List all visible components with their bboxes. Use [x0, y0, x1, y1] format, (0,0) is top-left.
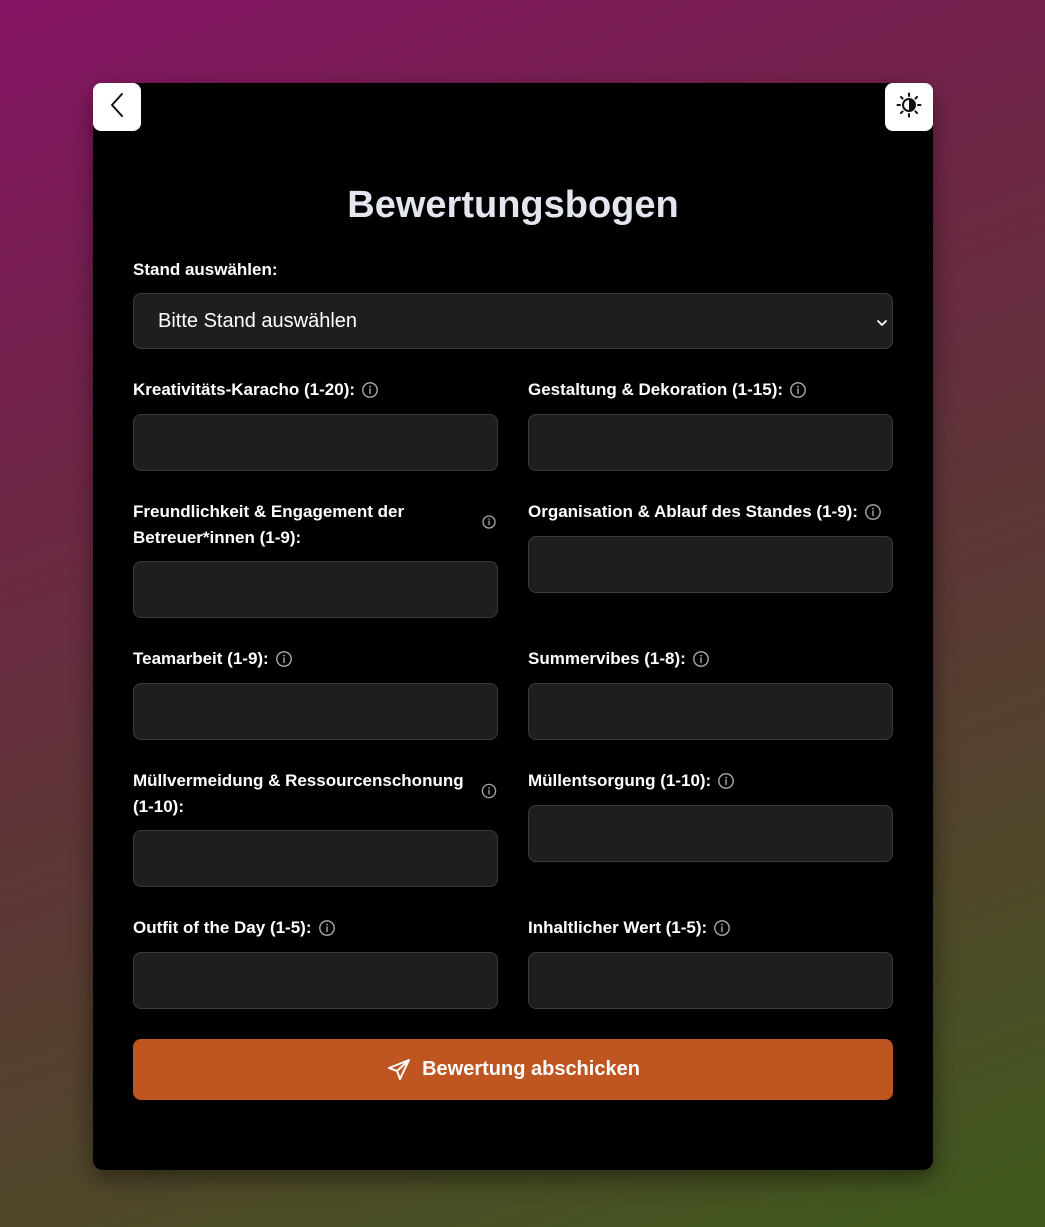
field-label-text: Organisation & Ablauf des Standes (1-9):	[528, 502, 858, 521]
field-label-gestaltung: Gestaltung & Dekoration (1-15):	[528, 377, 893, 403]
submit-button-label: Bewertung abschicken	[422, 1058, 640, 1080]
field-label-freundlichkeit: Freundlichkeit & Engagement der Betreuer…	[133, 499, 498, 551]
field-label-summervibes: Summervibes (1-8):	[528, 646, 893, 672]
stand-select[interactable]: Bitte Stand auswählen	[133, 293, 893, 349]
outfit-input[interactable]	[133, 952, 498, 1009]
chevron-left-icon	[108, 91, 126, 124]
back-button[interactable]	[93, 83, 141, 131]
field-label-muellvermeidung: Müllvermeidung & Ressourcenschonung (1-1…	[133, 768, 498, 820]
sun-icon	[896, 92, 922, 123]
field-label-text: Müllvermeidung & Ressourcenschonung (1-1…	[133, 771, 464, 816]
info-icon[interactable]	[713, 919, 731, 937]
info-icon[interactable]	[864, 503, 882, 521]
info-icon[interactable]	[361, 381, 379, 399]
info-icon[interactable]	[480, 513, 498, 531]
info-icon[interactable]	[318, 919, 336, 937]
theme-toggle-button[interactable]	[885, 83, 933, 131]
info-icon[interactable]	[789, 381, 807, 399]
stand-select-label: Stand auswählen:	[133, 260, 278, 279]
teamarbeit-input[interactable]	[133, 683, 498, 740]
rating-form-card: Bewertungsbogen Stand auswählen: Bitte S…	[93, 83, 933, 1170]
field-label-organisation: Organisation & Ablauf des Standes (1-9):	[528, 499, 893, 525]
field-label-text: Müllentsorgung (1-10):	[528, 771, 712, 790]
kreativitaet-input[interactable]	[133, 414, 498, 471]
info-icon[interactable]	[480, 782, 498, 800]
field-label-text: Gestaltung & Dekoration (1-15):	[528, 380, 784, 399]
gestaltung-input[interactable]	[528, 414, 893, 471]
submit-button[interactable]: Bewertung abschicken	[133, 1039, 893, 1100]
field-label-teamarbeit: Teamarbeit (1-9):	[133, 646, 498, 672]
field-label-text: Summervibes (1-8):	[528, 649, 686, 668]
send-icon	[386, 1057, 412, 1083]
stand-select-value: Bitte Stand auswählen	[158, 309, 358, 332]
field-label-kreativitaet: Kreativitäts-Karacho (1-20):	[133, 377, 498, 403]
field-label-text: Teamarbeit (1-9):	[133, 649, 269, 668]
muellvermeidung-input[interactable]	[133, 830, 498, 887]
field-label-text: Outfit of the Day (1-5):	[133, 918, 312, 937]
info-icon[interactable]	[717, 772, 735, 790]
inhaltlicher-wert-input[interactable]	[528, 952, 893, 1009]
page-title: Bewertungsbogen	[347, 184, 679, 226]
muellentsorgung-input[interactable]	[528, 805, 893, 862]
field-label-text: Kreativitäts-Karacho (1-20):	[133, 380, 356, 399]
summervibes-input[interactable]	[528, 683, 893, 740]
field-label-inhaltlicher-wert: Inhaltlicher Wert (1-5):	[528, 915, 893, 941]
info-icon[interactable]	[275, 650, 293, 668]
info-icon[interactable]	[692, 650, 710, 668]
organisation-input[interactable]	[528, 536, 893, 593]
field-label-text: Inhaltlicher Wert (1-5):	[528, 918, 708, 937]
freundlichkeit-input[interactable]	[133, 561, 498, 618]
field-label-text: Freundlichkeit & Engagement der Betreuer…	[133, 502, 405, 547]
field-label-outfit: Outfit of the Day (1-5):	[133, 915, 498, 941]
field-label-muellentsorgung: Müllentsorgung (1-10):	[528, 768, 893, 794]
chevron-down-icon	[876, 312, 888, 335]
